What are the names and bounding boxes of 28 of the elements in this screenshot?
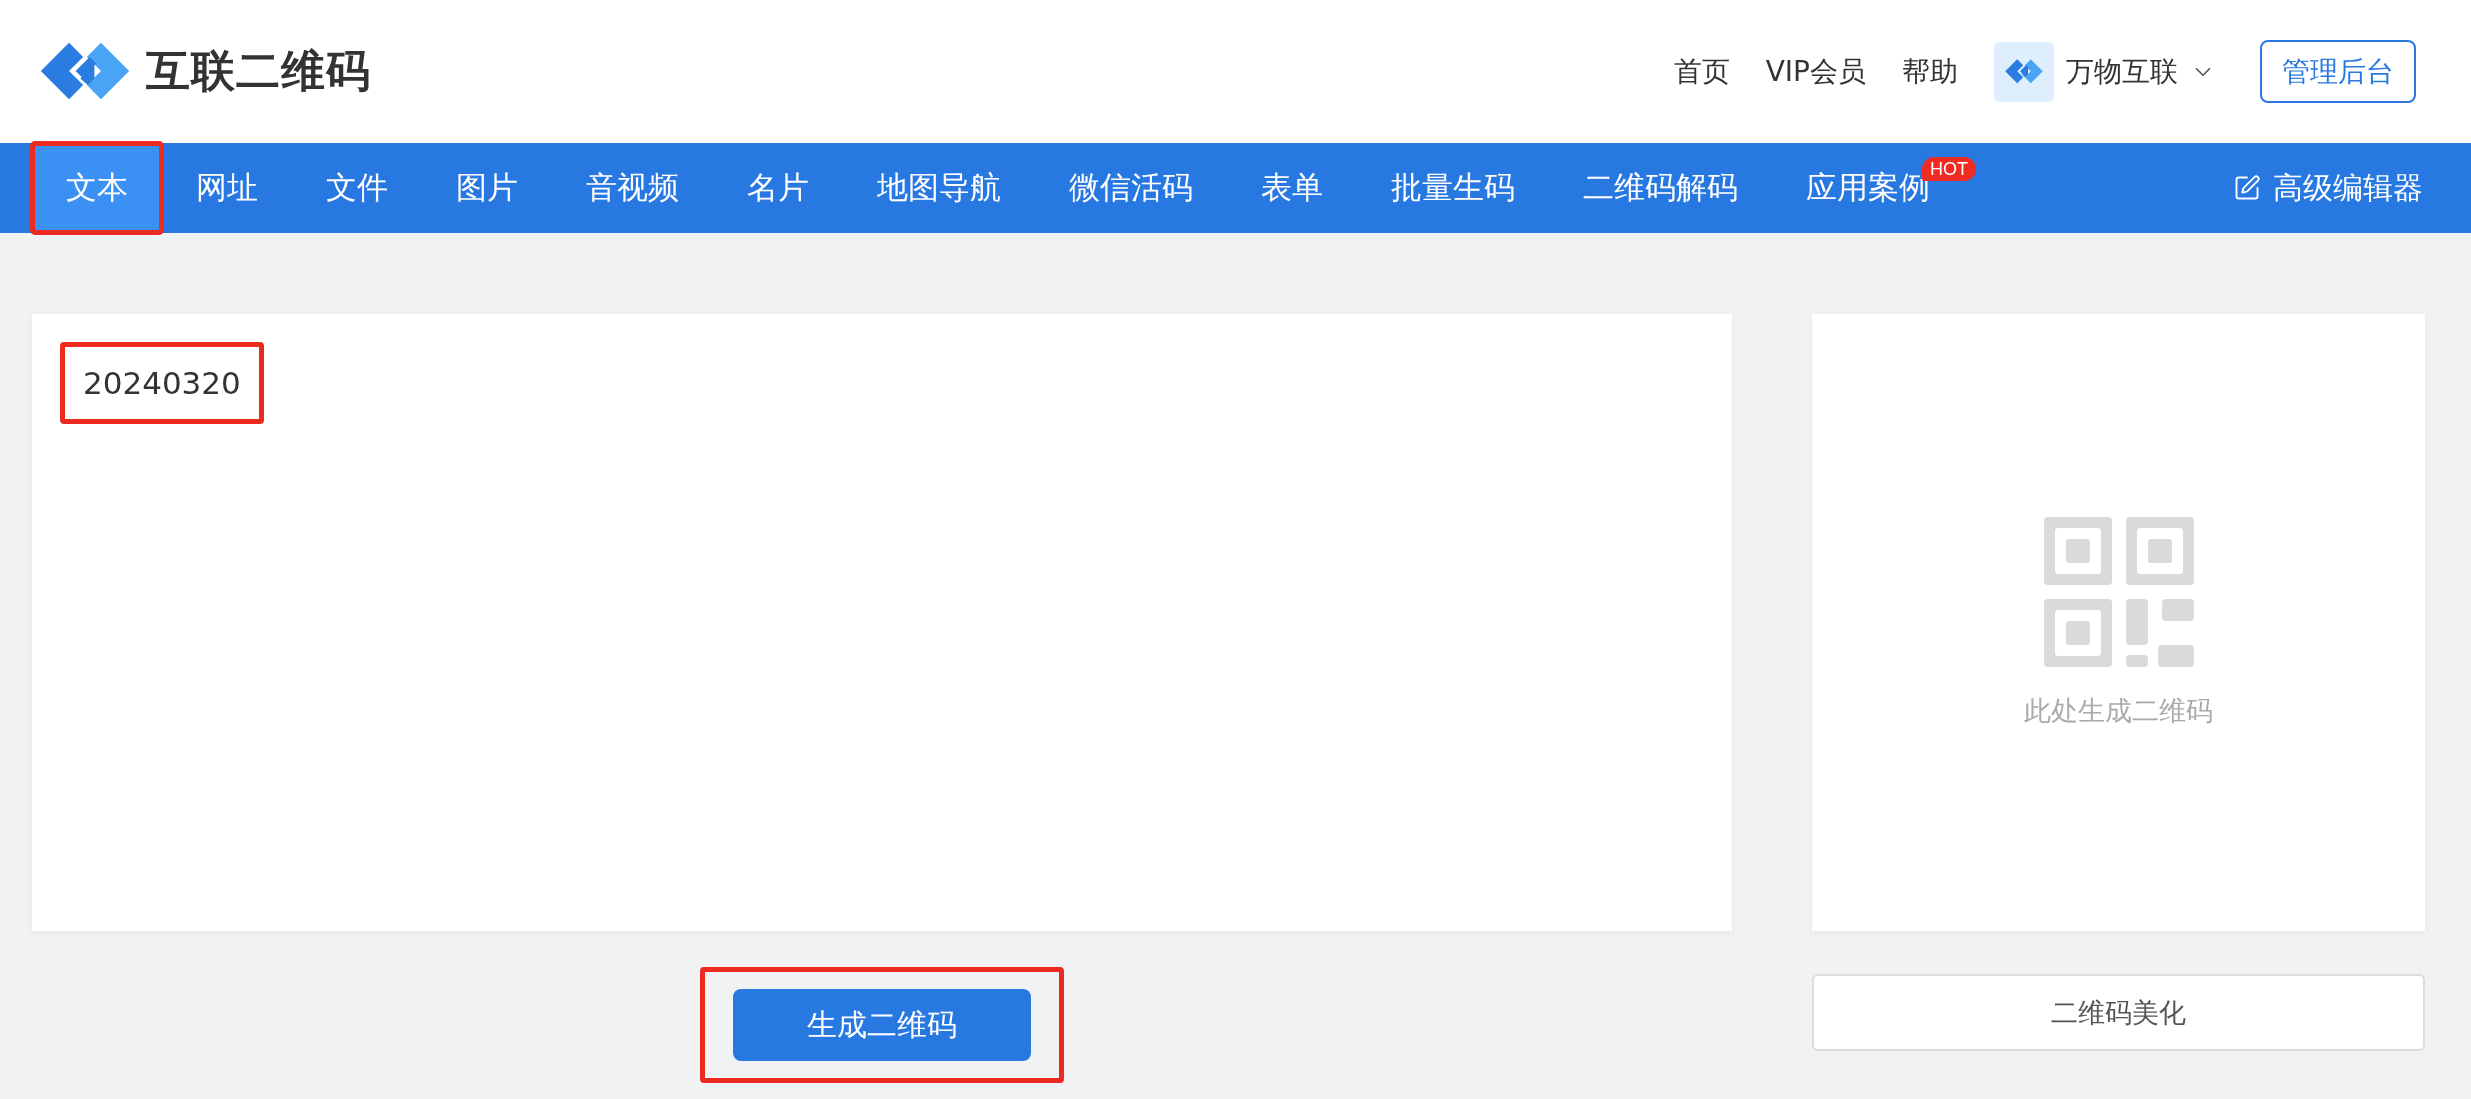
nav-tab[interactable]: 名片 xyxy=(713,143,843,233)
nav-tab[interactable]: 表单 xyxy=(1227,143,1357,233)
preview-caption: 此处生成二维码 xyxy=(2024,693,2213,728)
beautify-button[interactable]: 二维码美化 xyxy=(1812,974,2425,1051)
input-value: 20240320 xyxy=(60,342,264,424)
account-name[interactable]: 万物互联 xyxy=(2066,52,2178,91)
nav-tab[interactable]: 二维码解码 xyxy=(1549,143,1772,233)
nav-tab[interactable]: 微信活码 xyxy=(1035,143,1227,233)
nav-tab[interactable]: 文本 xyxy=(32,143,162,233)
logo-icon xyxy=(2004,58,2044,85)
nav-tab[interactable]: 地图导航 xyxy=(843,143,1035,233)
hot-badge: HOT xyxy=(1922,157,1976,181)
advanced-editor-link[interactable]: 高级编辑器 xyxy=(2233,143,2423,233)
edit-icon xyxy=(2233,174,2261,202)
text-input-field[interactable]: 20240320 xyxy=(32,314,1732,931)
nav-tab[interactable]: 图片 xyxy=(422,143,552,233)
logo-text: 互联二维码 xyxy=(146,44,371,98)
qr-code-icon xyxy=(2043,516,2194,667)
header-link[interactable]: 帮助 xyxy=(1902,52,1958,91)
nav-tab[interactable]: 网址 xyxy=(162,143,292,233)
account-logo-icon[interactable] xyxy=(1994,41,2054,102)
nav-tab[interactable]: 批量生码 xyxy=(1357,143,1549,233)
generate-button[interactable]: 生成二维码 xyxy=(733,989,1031,1061)
header-link[interactable]: 首页 xyxy=(1673,52,1730,91)
nav-tab[interactable]: 音视频 xyxy=(552,143,713,233)
admin-button[interactable]: 管理后台 xyxy=(2260,40,2416,103)
header-link[interactable]: VIP会员 xyxy=(1765,52,1866,91)
nav-tab[interactable]: 文件 xyxy=(292,143,422,233)
